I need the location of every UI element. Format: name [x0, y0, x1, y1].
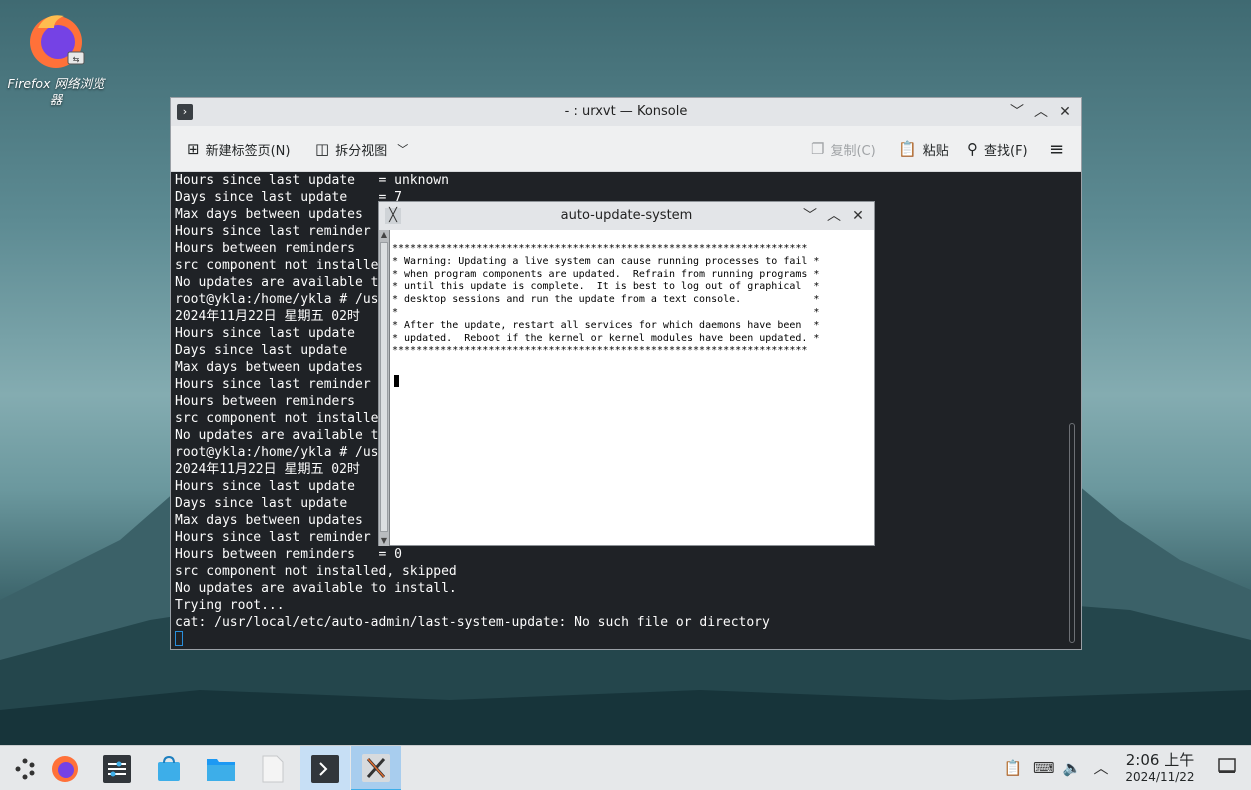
desktop-icon-label: Firefox 网络浏览器 — [7, 76, 105, 107]
scroll-up-icon[interactable]: ▲ — [379, 230, 389, 240]
scroll-down-icon[interactable]: ▼ — [379, 536, 389, 546]
terminal-line: src component not installed, skipped — [175, 564, 457, 579]
folder-icon — [207, 758, 235, 781]
firefox-icon — [52, 755, 78, 782]
konsole-toolbar: ⊞ 新建标签页(N) ◫ 拆分视图 ﹀ ❐ 复制(C) 📋 粘贴 ⚲ 查找(F)… — [171, 126, 1081, 172]
close-button[interactable]: ✕ — [1055, 102, 1075, 122]
chevron-down-icon: ﹀ — [397, 143, 409, 156]
xterm-line: ****************************************… — [392, 243, 808, 254]
terminal-line: No updates are available to install. — [175, 581, 457, 596]
terminal-line: cat: /usr/local/etc/auto-admin/last-syst… — [175, 615, 770, 630]
discover-bag-icon — [158, 755, 180, 781]
xterm-line: ****************************************… — [392, 345, 808, 357]
hamburger-menu-button[interactable]: ≡ — [1049, 138, 1065, 160]
hamburger-menu-icon: ≡ — [1049, 138, 1065, 160]
clipboard-icon[interactable]: 📋 — [1003, 758, 1023, 778]
xterm-line: * updated. Reboot if the kernel or kerne… — [392, 332, 820, 344]
konsole-title: - : urxvt — Konsole — [564, 104, 688, 119]
paste-icon: 📋 — [898, 140, 917, 158]
chevron-up-icon[interactable]: ︿ — [1091, 758, 1111, 778]
konsole-scrollbar[interactable] — [1069, 423, 1075, 643]
clock-time: 2:06 上午 — [1125, 751, 1195, 769]
xterm-cursor — [394, 375, 399, 387]
kde-launcher-icon — [15, 758, 35, 779]
terminal-line: Hours between reminders = 0 — [175, 547, 402, 562]
xterm-terminal[interactable]: ****************************************… — [392, 243, 819, 358]
show-desktop-icon[interactable] — [1217, 758, 1237, 778]
desktop-icon-firefox[interactable]: ⇆ Firefox 网络浏览器 — [6, 8, 106, 108]
volume-icon[interactable]: 🔈 — [1062, 758, 1082, 778]
close-button[interactable]: ✕ — [848, 206, 868, 226]
minimize-button[interactable]: ﹀ — [800, 206, 820, 226]
x-window-icon — [362, 753, 390, 782]
taskbar-text-editor[interactable] — [248, 746, 298, 790]
xterm-line: * until this update is complete. It is b… — [392, 281, 820, 293]
minimize-button[interactable]: ﹀ — [1007, 102, 1027, 122]
taskbar-system-settings[interactable] — [92, 746, 142, 790]
taskbar: 📋 ⌨ 🔈 ︿ 2:06 上午 2024/11/22 — [0, 745, 1251, 790]
find-button[interactable]: ⚲ 查找(F) — [967, 139, 1028, 159]
terminal-prompt-line — [175, 631, 1065, 648]
clock-date: 2024/11/22 — [1125, 770, 1195, 784]
xterm-scroll-thumb[interactable] — [380, 242, 388, 532]
taskbar-firefox[interactable] — [40, 746, 90, 790]
maximize-button[interactable]: ︿ — [824, 206, 844, 226]
xterm-window[interactable]: ╳ auto-update-system ﹀ ︿ ✕ ▲ ▼ *********… — [378, 201, 875, 546]
taskbar-konsole[interactable] — [300, 746, 350, 790]
taskbar-discover[interactable] — [144, 746, 194, 790]
keyboard-icon[interactable]: ⌨ — [1033, 758, 1055, 778]
maximize-button[interactable]: ︿ — [1031, 102, 1051, 122]
split-view-button[interactable]: ◫ 拆分视图 ﹀ — [315, 139, 408, 159]
konsole-titlebar[interactable]: › - : urxvt — Konsole ﹀ ︿ ✕ — [171, 98, 1081, 126]
clock-widget[interactable]: 2:06 上午 2024/11/22 — [1121, 751, 1199, 784]
xterm-line: * desktop sessions and run the update fr… — [392, 294, 820, 306]
new-tab-icon: ⊞ — [187, 140, 200, 158]
copy-button[interactable]: ❐ 复制(C) — [811, 139, 876, 159]
new-tab-button[interactable]: ⊞ 新建标签页(N) — [187, 139, 290, 159]
taskbar-xterm[interactable] — [351, 746, 401, 790]
svg-text:⇆: ⇆ — [73, 55, 80, 64]
terminal-cursor — [175, 631, 183, 646]
settings-sliders-icon — [103, 754, 131, 783]
terminal-icon — [311, 754, 339, 783]
xterm-line: * * — [392, 306, 820, 318]
search-icon: ⚲ — [967, 140, 978, 158]
document-icon — [262, 755, 284, 782]
xterm-line: * After the update, restart all services… — [392, 319, 820, 331]
firefox-icon: ⇆ — [24, 8, 88, 72]
terminal-line: Hours since last update = unknown — [175, 173, 449, 188]
xterm-scrollbar[interactable]: ▲ ▼ — [379, 230, 390, 546]
copy-icon: ❐ — [811, 140, 825, 158]
terminal-line: Trying root... — [175, 598, 285, 613]
paste-button[interactable]: 📋 粘贴 — [898, 139, 949, 159]
xterm-line: * Warning: Updating a live system can ca… — [392, 255, 820, 267]
split-view-icon: ◫ — [315, 140, 330, 158]
xterm-titlebar[interactable]: ╳ auto-update-system ﹀ ︿ ✕ — [379, 202, 874, 230]
xterm-line: * when program components are updated. R… — [392, 268, 820, 280]
taskbar-file-manager[interactable] — [196, 746, 246, 790]
